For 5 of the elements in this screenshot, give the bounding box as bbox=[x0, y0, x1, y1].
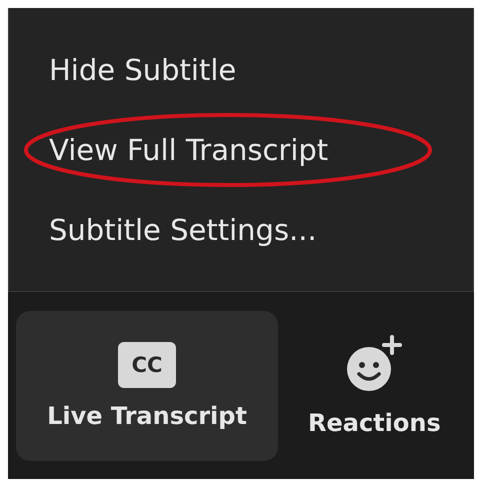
toolbar-button[interactable]: Reactions bbox=[298, 310, 451, 460]
closed-captions-icon: CC bbox=[118, 342, 176, 388]
toolbar-button[interactable]: CC Live Transcript bbox=[16, 310, 278, 460]
menu-item[interactable]: Subtitle Settings... bbox=[49, 210, 317, 250]
menu-item[interactable]: Hide Subtitle bbox=[49, 50, 236, 90]
